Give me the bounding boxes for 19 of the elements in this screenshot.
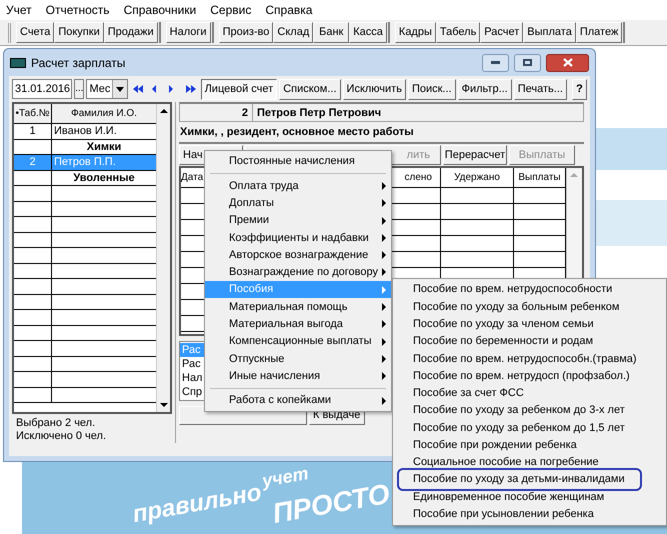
table-cell: 2	[29, 156, 36, 168]
column-header: слено	[404, 172, 432, 183]
window-title: Расчет зарплаты	[31, 54, 126, 72]
account-number: 2	[180, 104, 253, 121]
column-header: •Таб.№	[14, 104, 52, 123]
employee-info: Химки, , резидент, основное место работы	[179, 124, 414, 140]
employee-name: Петров Петр Петрович	[256, 106, 382, 121]
column-header: Удержано	[454, 172, 500, 183]
table-cell: Иванов И.И.	[54, 125, 117, 137]
group-header: Уволенные	[73, 172, 135, 184]
slogan-text: правильно	[130, 480, 264, 528]
column-header: Выплаты	[518, 172, 561, 183]
table-cell: 1	[29, 125, 36, 137]
group-header: Химки	[86, 140, 122, 152]
table-cell: Петров П.П.	[54, 156, 116, 168]
status-text: Исключено 0 чел.	[16, 430, 107, 443]
status-text: Выбрано 2 чел.	[16, 417, 96, 430]
column-header: Дата	[181, 172, 204, 183]
column-header: Фамилия И.О.	[70, 107, 138, 121]
